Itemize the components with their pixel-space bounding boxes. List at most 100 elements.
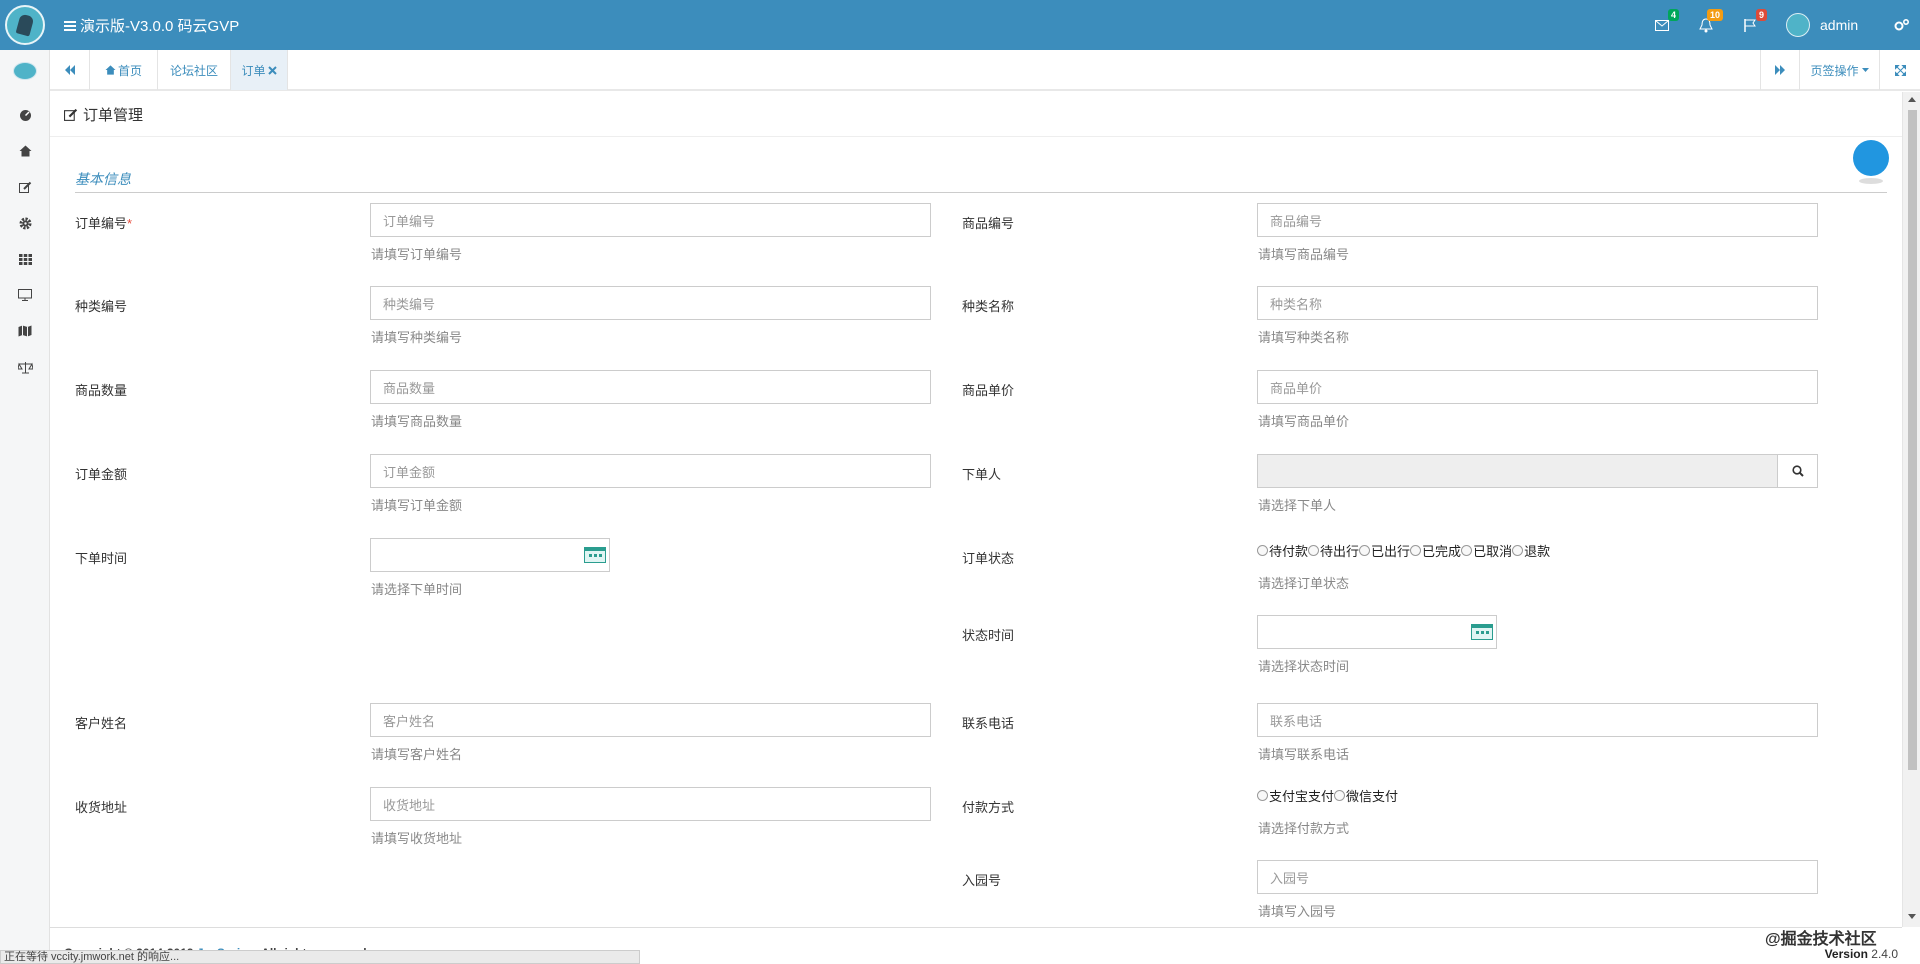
category-name-help: 请填写种类名称 (1258, 330, 1350, 345)
category-name-label: 种类名称 (962, 299, 1015, 314)
vertical-scrollbar[interactable] (1902, 92, 1920, 927)
flag-icon[interactable]: 9 (1741, 9, 1767, 34)
orderer-help: 请选择下单人 (1258, 498, 1337, 513)
scroll-down-arrow[interactable] (1908, 914, 1916, 919)
unit-price-label: 商品单价 (962, 383, 1015, 398)
order-status-label: 订单状态 (962, 551, 1015, 566)
bell-icon[interactable]: 10 (1697, 9, 1723, 34)
orderer-label: 下单人 (962, 467, 1002, 482)
edit-icon (64, 108, 78, 121)
fullscreen-button[interactable] (1880, 50, 1920, 90)
product-no-input[interactable]: 商品编号 (1257, 203, 1818, 237)
app-title[interactable]: 演示版-V3.0.0 码云GVP (64, 15, 239, 36)
amount-label: 订单金额 (75, 467, 128, 482)
park-no-help: 请填写入园号 (1258, 904, 1337, 919)
status-time-help: 请选择状态时间 (1258, 659, 1350, 674)
page-ops-dropdown[interactable]: 页签操作 (1800, 50, 1880, 90)
category-no-input[interactable]: 种类编号 (370, 286, 931, 320)
scale-icon[interactable] (17, 359, 33, 375)
main-content: 订单管理 基本信息 订单编号* 订单编号 请填写订单编号 商品编号 商品编号 请… (50, 92, 1902, 927)
customer-name-label: 客户姓名 (75, 716, 128, 731)
tab-scroll-left-button[interactable] (50, 50, 90, 90)
tab-home-label: 首页 (117, 63, 142, 78)
top-header: 演示版-V3.0.0 码云GVP 4 10 9 admin (0, 0, 1920, 50)
watermark: @掘金技术社区 (1765, 931, 1877, 948)
panel-title-text: 订单管理 (83, 107, 144, 124)
order-status-help: 请选择订单状态 (1258, 576, 1350, 591)
radio-status-pending-trip[interactable]: 待出行 (1308, 541, 1359, 560)
address-input[interactable]: 收货地址 (370, 787, 931, 821)
orderer-input (1257, 454, 1778, 488)
phone-help: 请填写联系电话 (1258, 747, 1350, 762)
tab-bar: 首页 论坛社区 订单 页签操作 (50, 50, 1920, 91)
mail-icon[interactable]: 4 (1653, 9, 1679, 34)
radio-status-cancelled[interactable]: 已取消 (1461, 541, 1512, 560)
tab-order-label: 订单 (241, 63, 266, 78)
section-divider (75, 192, 1887, 193)
panel-title: 订单管理 (64, 104, 143, 125)
app-title-text: 演示版-V3.0.0 码云GVP (80, 18, 240, 35)
user-menu[interactable]: admin (1786, 13, 1858, 37)
address-label: 收货地址 (75, 800, 128, 815)
calendar-icon[interactable] (584, 547, 606, 563)
tab-forum-label: 论坛社区 (169, 63, 218, 78)
edit-icon[interactable] (17, 179, 33, 195)
sidebar (0, 50, 50, 964)
park-no-label: 入园号 (962, 873, 1002, 888)
radio-status-pending-pay[interactable]: 待付款 (1257, 541, 1308, 560)
quantity-input[interactable]: 商品数量 (370, 370, 931, 404)
tab-scroll-right-button[interactable] (1760, 50, 1800, 90)
park-no-input[interactable]: 入园号 (1257, 860, 1818, 894)
logo[interactable] (5, 5, 45, 45)
order-time-help: 请选择下单时间 (371, 582, 463, 597)
order-no-input[interactable]: 订单编号 (370, 203, 931, 237)
amount-help: 请填写订单金额 (371, 498, 463, 513)
calendar-icon[interactable] (1471, 624, 1493, 640)
status-time-input[interactable] (1257, 615, 1497, 649)
scroll-thumb[interactable] (1908, 110, 1917, 770)
amount-input[interactable]: 订单金额 (370, 454, 931, 488)
version: Version 2.4.0 (1824, 947, 1898, 961)
radio-alipay[interactable]: 支付宝支付 (1257, 786, 1334, 805)
unit-price-input[interactable]: 商品单价 (1257, 370, 1818, 404)
radio-wechat-pay[interactable]: 微信支付 (1334, 786, 1398, 805)
quantity-help: 请填写商品数量 (371, 414, 463, 429)
map-icon[interactable] (17, 323, 33, 339)
tab-home[interactable]: 首页 (90, 50, 158, 90)
home-icon[interactable] (17, 143, 33, 159)
monitor-icon[interactable] (17, 287, 33, 303)
caret-down-icon (1861, 67, 1869, 72)
dashboard-icon[interactable] (17, 107, 33, 123)
customer-name-help: 请填写客户姓名 (371, 747, 463, 762)
radio-status-refund[interactable]: 退款 (1512, 541, 1550, 560)
scroll-up-arrow[interactable] (1908, 97, 1916, 102)
settings-gears-icon[interactable] (1893, 16, 1911, 34)
address-help: 请填写收货地址 (371, 831, 463, 846)
bell-badge: 10 (1706, 9, 1723, 21)
grid-icon[interactable] (17, 251, 33, 267)
menu-toggle-icon[interactable] (64, 19, 76, 33)
radio-status-completed[interactable]: 已完成 (1410, 541, 1461, 560)
tab-order[interactable]: 订单 (231, 50, 288, 90)
flag-badge: 9 (1755, 9, 1767, 21)
category-name-input[interactable]: 种类名称 (1257, 286, 1818, 320)
quantity-label: 商品数量 (75, 383, 128, 398)
radio-status-departed[interactable]: 已出行 (1359, 541, 1410, 560)
page-ops-label: 页签操作 (1810, 63, 1859, 78)
sidebar-logo[interactable] (13, 62, 37, 80)
order-time-input[interactable] (370, 538, 610, 572)
order-no-label: 订单编号* (75, 216, 133, 231)
customer-name-input[interactable]: 客户姓名 (370, 703, 931, 737)
floating-action-button[interactable] (1853, 140, 1889, 176)
tab-forum[interactable]: 论坛社区 (158, 50, 231, 90)
phone-input[interactable]: 联系电话 (1257, 703, 1818, 737)
close-icon (267, 65, 277, 75)
orderer-search-button[interactable] (1778, 454, 1818, 488)
payment-label: 付款方式 (962, 800, 1015, 815)
status-time-label: 状态时间 (962, 628, 1015, 643)
order-status-radios: 待付款 待出行 已出行 已完成 已取消 退款 (1257, 541, 1550, 560)
fab-shadow (1859, 178, 1883, 184)
payment-radios: 支付宝支付 微信支付 (1257, 786, 1398, 805)
divider (50, 136, 1902, 137)
gear-icon[interactable] (17, 215, 33, 231)
